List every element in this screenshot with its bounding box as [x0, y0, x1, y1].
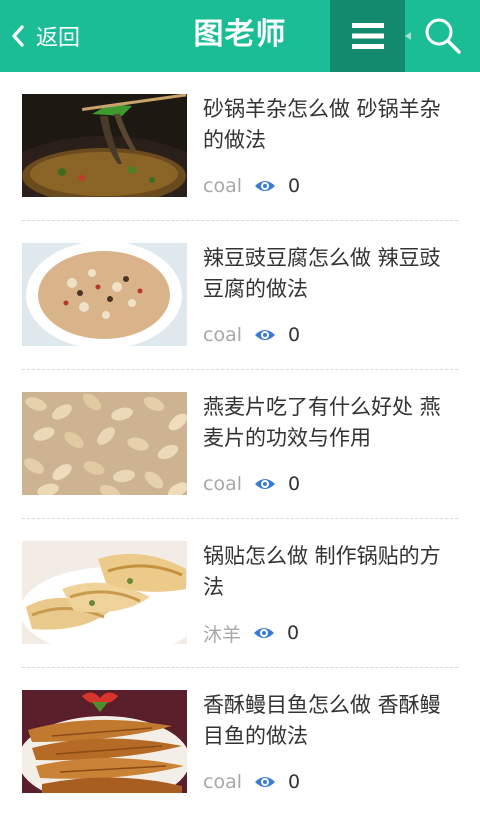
article-meta: coal 0: [203, 471, 300, 497]
list-item[interactable]: 砂锅羊杂怎么做 砂锅羊杂的做法 coal 0: [22, 72, 458, 221]
article-author: coal: [203, 473, 242, 495]
eye-icon: [255, 181, 275, 191]
view-count: 0: [288, 324, 301, 346]
article-title[interactable]: 锅贴怎么做 制作锅贴的方法: [203, 541, 458, 603]
article-thumbnail: [22, 690, 187, 793]
hamburger-menu-icon: [351, 23, 384, 49]
article-thumbnail: [22, 392, 187, 495]
search-button[interactable]: [405, 0, 480, 72]
article-meta: 沐羊 0: [203, 620, 299, 646]
article-author: coal: [203, 324, 242, 346]
article-author: coal: [203, 771, 242, 793]
article-meta: coal 0: [203, 769, 300, 795]
page-title: 图老师: [193, 17, 287, 52]
article-author: coal: [203, 175, 242, 197]
list-item[interactable]: 辣豆豉豆腐怎么做 辣豆豉豆腐的做法 coal 0: [22, 221, 458, 370]
list-item[interactable]: 锅贴怎么做 制作锅贴的方法 沐羊 0: [22, 519, 458, 668]
eye-icon: [254, 628, 275, 638]
article-title[interactable]: 砂锅羊杂怎么做 砂锅羊杂的做法: [203, 94, 458, 156]
article-thumbnail: [22, 541, 187, 644]
article-list: 砂锅羊杂怎么做 砂锅羊杂的做法 coal 0 辣豆豉豆腐怎么做 辣豆豉豆腐的做法…: [22, 72, 458, 816]
search-icon: [425, 18, 461, 54]
back-button[interactable]: 返回: [10, 14, 80, 58]
article-thumbnail: [22, 243, 187, 346]
top-app-bar: 返回 图老师: [0, 0, 480, 72]
back-label: 返回: [36, 26, 81, 51]
view-count: 0: [288, 473, 301, 495]
eye-icon: [255, 479, 275, 489]
article-title[interactable]: 香酥鳗目鱼怎么做 香酥鳗目鱼的做法: [203, 690, 458, 752]
view-count: 0: [288, 175, 301, 197]
article-meta: coal 0: [203, 322, 300, 348]
article-author: 沐羊: [203, 623, 242, 646]
eye-icon: [255, 777, 275, 787]
article-title[interactable]: 辣豆豉豆腐怎么做 辣豆豉豆腐的做法: [203, 243, 458, 305]
article-meta: coal 0: [203, 173, 300, 199]
chevron-left-icon: [12, 25, 24, 47]
view-count: 0: [288, 771, 301, 793]
view-count: 0: [287, 622, 300, 644]
article-thumbnail: [22, 94, 187, 197]
menu-button[interactable]: [330, 0, 411, 72]
list-item[interactable]: 香酥鳗目鱼怎么做 香酥鳗目鱼的做法 coal 0: [22, 668, 458, 816]
article-title[interactable]: 燕麦片吃了有什么好处 燕麦片的功效与作用: [203, 392, 458, 454]
eye-icon: [255, 330, 275, 340]
list-item[interactable]: 燕麦片吃了有什么好处 燕麦片的功效与作用 coal 0: [22, 370, 458, 519]
